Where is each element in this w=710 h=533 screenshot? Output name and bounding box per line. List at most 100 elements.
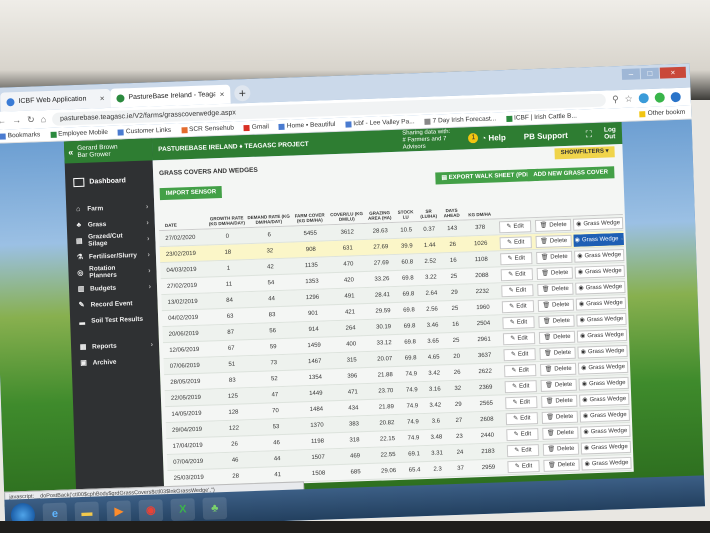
home-icon[interactable]: ⌂ <box>40 114 46 124</box>
edit-button[interactable]: ✎ Edit <box>504 379 537 393</box>
delete-button[interactable]: 🗑 Delete <box>541 410 579 424</box>
grass-wedge-button[interactable]: ◉ Grass Wedge <box>574 264 625 279</box>
grass-wedge-button[interactable]: ◉ Grass Wedge <box>579 392 630 407</box>
edit-button[interactable]: ✎ Edit <box>503 363 537 377</box>
grass-wedge-button[interactable]: ◉ Grass Wedge <box>580 424 631 439</box>
edit-button[interactable]: ✎ Edit <box>506 427 539 441</box>
delete-button[interactable]: 🗑 Delete <box>536 266 573 280</box>
delete-button[interactable]: 🗑 Delete <box>541 394 578 408</box>
column-header[interactable]: FARM COVER (KG DM/HA) <box>291 212 329 223</box>
delete-button[interactable]: 🗑 Delete <box>543 458 580 472</box>
edit-button[interactable]: ✎ Edit <box>506 443 540 457</box>
column-header[interactable]: COVER/LU (KG DM/LU) <box>329 211 365 222</box>
delete-button[interactable]: 🗑 Delete <box>542 426 579 440</box>
new-tab-button[interactable]: + <box>234 84 251 102</box>
edit-button[interactable]: ✎ Edit <box>500 251 533 265</box>
bookmark-item[interactable]: SCR Sensehub <box>181 125 234 134</box>
grass-wedge-button[interactable]: ◉ Grass Wedge <box>575 280 626 295</box>
pb-support-button[interactable]: PB Support <box>524 130 568 141</box>
logout-button[interactable]: Log Out <box>604 126 616 140</box>
grass-wedge-button[interactable]: ◉ Grass Wedge <box>581 456 632 471</box>
bookmark-item[interactable]: Bookmarks <box>0 131 40 139</box>
minimize-icon[interactable]: – <box>621 68 641 80</box>
bookmark-item[interactable]: Icbf - Lee Valley Pa... <box>345 118 415 127</box>
column-header[interactable]: DAYS AHEAD <box>440 208 462 219</box>
edit-button[interactable]: ✎ Edit <box>499 235 532 249</box>
grass-wedge-button[interactable]: ◉ Grass Wedge <box>575 296 627 311</box>
help-button[interactable]: ◔ Help <box>481 133 506 143</box>
search-icon[interactable]: ⚲ <box>612 94 619 105</box>
column-header[interactable]: STOCK LU <box>395 209 417 220</box>
close-window-icon[interactable]: × <box>659 66 687 79</box>
grass-wedge-button[interactable]: ◉ Grass Wedge <box>573 232 624 247</box>
grass-wedge-button[interactable]: ◉ Grass Wedge <box>576 328 628 343</box>
show-filters-button[interactable]: SHOWFILTERS ▾ <box>554 146 615 160</box>
fullscreen-icon[interactable]: ⛶ <box>586 129 593 140</box>
collapse-chevron-icon[interactable]: « <box>68 147 73 157</box>
close-icon[interactable]: × <box>100 94 105 103</box>
delete-button[interactable]: 🗑 Delete <box>542 442 580 456</box>
chrome-icon[interactable]: ◉ <box>138 498 164 522</box>
grass-wedge-button[interactable]: ◉ Grass Wedge <box>579 408 630 423</box>
export-walk-sheet-button[interactable]: ▤ EXPORT WALK SHEET (PDF) <box>435 168 539 185</box>
import-sensor-button[interactable]: IMPORT SENSOR <box>159 185 223 201</box>
grass-wedge-button[interactable]: ◉ Grass Wedge <box>577 360 629 375</box>
delete-button[interactable]: 🗑 Delete <box>539 346 576 360</box>
maximize-icon[interactable]: □ <box>640 67 660 80</box>
edit-button[interactable]: ✎ Edit <box>502 315 535 329</box>
sidebar-item-dashboard[interactable]: Dashboard <box>65 170 154 191</box>
delete-button[interactable]: 🗑 Delete <box>539 362 577 376</box>
edit-button[interactable]: ✎ Edit <box>500 267 534 281</box>
edit-button[interactable]: ✎ Edit <box>498 219 532 233</box>
grass-wedge-button[interactable]: ◉ Grass Wedge <box>578 376 629 391</box>
edit-button[interactable]: ✎ Edit <box>505 395 538 409</box>
delete-button[interactable]: 🗑 Delete <box>536 250 573 264</box>
bookmark-item[interactable]: Employee Mobile <box>50 129 108 138</box>
star-icon[interactable]: ☆ <box>624 93 632 104</box>
delete-button[interactable]: 🗑 Delete <box>537 298 575 312</box>
avatar[interactable] <box>670 91 681 103</box>
column-header[interactable]: DATE <box>159 222 207 229</box>
excel-icon[interactable]: X <box>170 497 196 521</box>
media-player-icon[interactable]: ▶ <box>106 499 132 523</box>
column-header[interactable]: KG DM/HA <box>463 211 497 218</box>
edit-button[interactable]: ✎ Edit <box>505 411 539 425</box>
column-header[interactable]: GROWTH RATE (KG DM/HA/DAY) <box>207 215 247 226</box>
column-header[interactable]: GRAZING AREA (HA) <box>365 210 395 221</box>
sharing-info[interactable]: Sharing data with: # Farmers and 7 Advis… <box>402 128 469 151</box>
bookmark-item[interactable]: ICBF | Irish Cattle B... <box>506 113 577 122</box>
delete-button[interactable]: 🗑 Delete <box>538 314 575 328</box>
wedge-icon: ◉ <box>581 365 587 372</box>
extension-icon[interactable] <box>638 93 649 104</box>
edit-button[interactable]: ✎ Edit <box>507 459 540 473</box>
sidebar-item-archive[interactable]: ▣ Archive <box>71 352 160 371</box>
grass-wedge-button[interactable]: ◉ Grass Wedge <box>580 440 632 455</box>
bookmark-item[interactable]: Home • Beautiful <box>278 121 335 130</box>
edit-button[interactable]: ✎ Edit <box>502 331 536 345</box>
other-bookmarks[interactable]: Other bookm <box>639 109 685 118</box>
bookmark-item[interactable]: 7 Day Irish Forecast... <box>424 115 496 125</box>
grass-wedge-button[interactable]: ◉ Grass Wedge <box>577 344 628 359</box>
column-header[interactable]: SR (LU/HA) <box>416 208 440 219</box>
close-icon[interactable]: × <box>220 90 225 99</box>
add-grass-cover-button[interactable]: ADD NEW GRASS COVER <box>527 166 615 182</box>
bookmark-item[interactable]: Customer Links <box>117 127 171 136</box>
extension-icon[interactable] <box>654 92 665 103</box>
grass-wedge-button[interactable]: ◉ Grass Wedge <box>574 248 625 263</box>
back-arrow-icon[interactable]: ← <box>0 115 6 125</box>
edit-button[interactable]: ✎ Edit <box>501 299 535 313</box>
app-icon[interactable]: ♣ <box>202 496 228 520</box>
delete-button[interactable]: 🗑 Delete <box>535 234 572 248</box>
delete-button[interactable]: 🗑 Delete <box>537 282 574 296</box>
delete-button[interactable]: 🗑 Delete <box>534 218 572 232</box>
grass-wedge-button[interactable]: ◉ Grass Wedge <box>572 216 624 231</box>
forward-arrow-icon[interactable]: → <box>12 115 21 125</box>
reload-icon[interactable]: ↻ <box>27 114 35 125</box>
bookmark-item[interactable]: Gmail <box>243 123 269 131</box>
delete-button[interactable]: 🗑 Delete <box>538 330 576 344</box>
edit-button[interactable]: ✎ Edit <box>501 283 534 297</box>
delete-button[interactable]: 🗑 Delete <box>540 378 577 392</box>
column-header[interactable]: DEMAND RATE (KG DM/HA/DAY) <box>247 214 291 226</box>
edit-button[interactable]: ✎ Edit <box>503 347 536 361</box>
grass-wedge-button[interactable]: ◉ Grass Wedge <box>576 312 627 327</box>
